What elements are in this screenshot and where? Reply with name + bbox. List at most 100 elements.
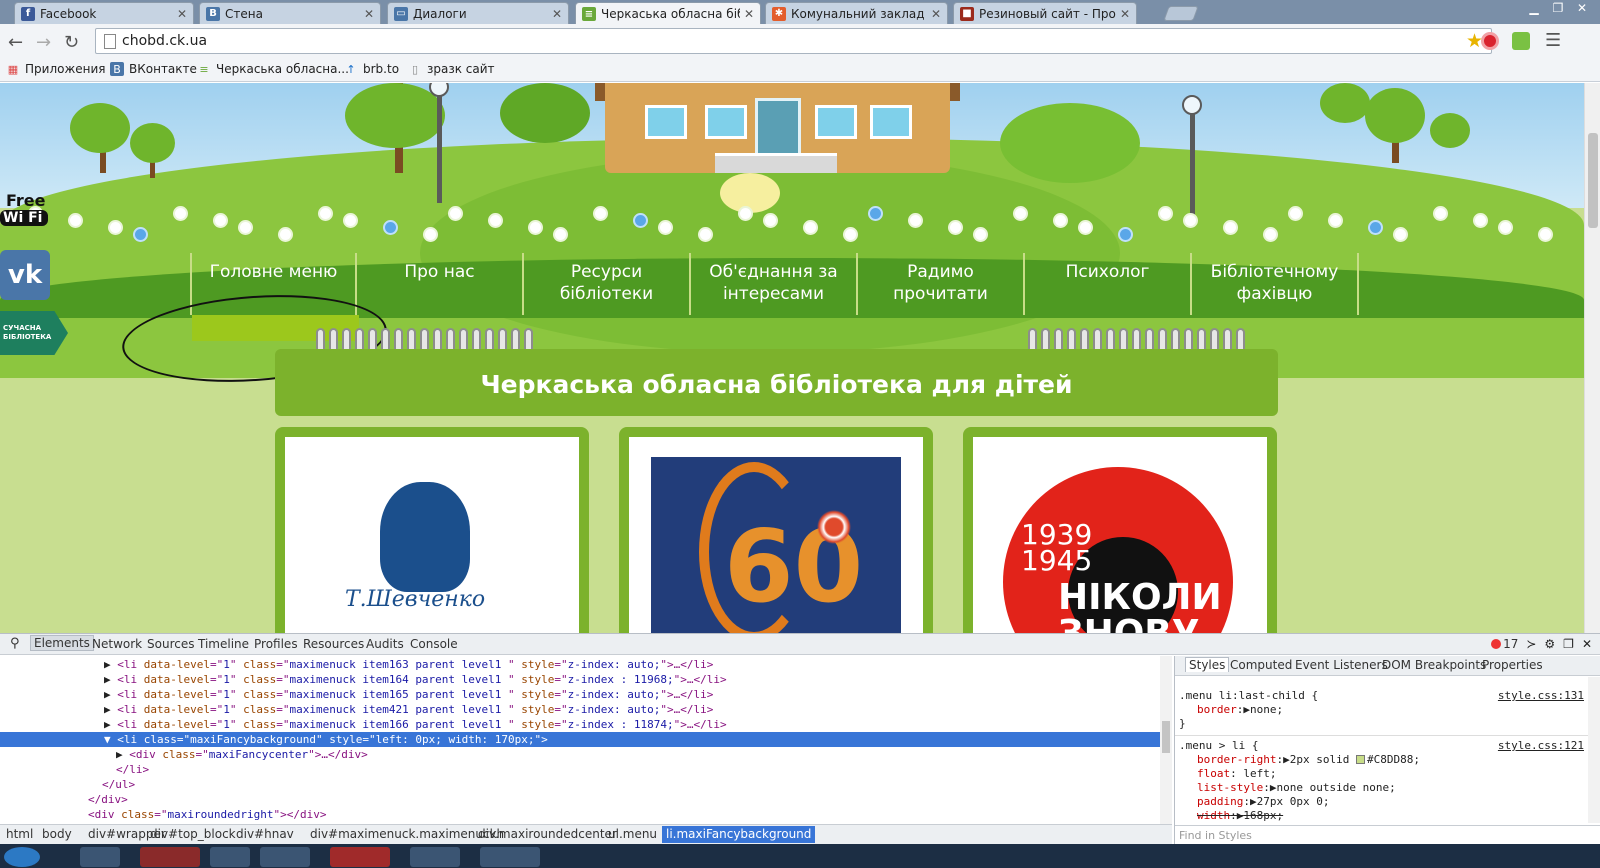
reload-icon[interactable]: ↻ (64, 32, 79, 53)
breadcrumb-item[interactable]: body (42, 827, 72, 841)
breadcrumb-item[interactable]: div.maxiroundedcenter (478, 827, 617, 841)
breadcrumb-item[interactable]: html (6, 827, 33, 841)
menu-item-psychologist[interactable]: Психолог (1025, 253, 1192, 315)
card-shevchenko[interactable]: Т.Шевченко (275, 427, 589, 643)
dom-node[interactable]: ▶ <li data-level="1" class="maximenuck i… (0, 657, 1160, 672)
tab-vk-dialogs[interactable]: ▭ Диалоги ✕ (387, 2, 569, 24)
tab-vk-wall[interactable]: B Стена ✕ (199, 2, 381, 24)
css-property[interactable]: list-style:▶none outside none; (1179, 781, 1584, 795)
dom-node[interactable]: </div> (0, 792, 1160, 807)
css-rule[interactable]: .menu li:last-child { style.css:131 bord… (1179, 689, 1584, 731)
css-source-link[interactable]: style.css:121 (1498, 739, 1584, 753)
tab-profiles[interactable]: Profiles (254, 637, 298, 651)
css-property[interactable]: border:▶none; (1179, 703, 1584, 717)
css-property[interactable]: padding:▶27px 0px 0; (1179, 795, 1584, 809)
address-bar[interactable]: chobd.ck.ua ★ (95, 28, 1492, 54)
bookmark-library[interactable]: ≡ Черкаська обласна... (197, 62, 349, 76)
dom-node[interactable]: ▶ <li data-level="1" class="maximenuck i… (0, 687, 1160, 702)
breadcrumb-item[interactable]: ul.menu (608, 827, 657, 841)
bookmark-sample-site[interactable]: ▯ зразк сайт (408, 62, 495, 76)
gear-icon[interactable]: ⚙ (1544, 637, 1555, 651)
console-drawer-icon[interactable]: ≻ (1526, 637, 1536, 651)
css-rule[interactable]: .menu > li { style.css:121 border-right:… (1179, 739, 1584, 823)
breadcrumb-item[interactable]: li.maxiFancybackground (662, 826, 816, 843)
breadcrumb-item[interactable]: div#top_block (150, 827, 236, 841)
tab-resources[interactable]: Resources (303, 637, 364, 651)
taskbar-item[interactable] (480, 847, 540, 867)
tab-sources[interactable]: Sources (147, 637, 194, 651)
expand-right-icon[interactable]: ▶ (104, 703, 117, 716)
menu-icon[interactable]: ☰ (1545, 30, 1561, 51)
close-icon[interactable]: ✕ (177, 7, 187, 21)
taskbar-item[interactable] (260, 847, 310, 867)
tab-timeline[interactable]: Timeline (198, 637, 249, 651)
tab-facebook[interactable]: f Facebook ✕ (14, 2, 194, 24)
taskbar-item[interactable] (330, 847, 390, 867)
css-property-overridden[interactable]: width:▶168px; (1179, 809, 1584, 823)
expand-down-icon[interactable]: ▼ (104, 733, 117, 746)
tab-audits[interactable]: Audits (366, 637, 404, 651)
tab-styles[interactable]: Styles (1185, 657, 1230, 672)
expand-right-icon[interactable]: ▶ (104, 658, 117, 671)
tab-console[interactable]: Console (410, 637, 458, 651)
close-icon[interactable]: ✕ (1120, 7, 1130, 21)
modern-library-badge[interactable]: СУЧАСНА БІБЛІОТЕКА (0, 311, 68, 355)
bookmark-brb[interactable]: ↑ brb.to (344, 62, 399, 76)
tab-elements[interactable]: Elements (30, 635, 94, 651)
free-wifi-badge[interactable]: Free Wi Fi (0, 191, 50, 241)
taskbar-item[interactable] (210, 847, 250, 867)
close-icon[interactable]: ✕ (552, 7, 562, 21)
bookmark-apps[interactable]: ▦ Приложения (6, 62, 106, 76)
restore-icon[interactable]: ❐ (1546, 0, 1570, 16)
taskbar-item[interactable] (80, 847, 120, 867)
tab-dom-breakpoints[interactable]: DOM Breakpoints (1382, 658, 1486, 672)
dom-node[interactable]: ▶ <li data-level="1" class="maximenuck i… (0, 702, 1160, 717)
menu-item-about[interactable]: Про нас (357, 253, 524, 315)
back-icon[interactable]: ← (8, 32, 23, 53)
tab-properties[interactable]: Properties (1482, 658, 1543, 672)
taskbar-item[interactable] (410, 847, 460, 867)
find-in-styles-input[interactable]: Find in Styles (1175, 825, 1600, 844)
close-icon[interactable]: ✕ (744, 7, 754, 21)
menu-item-resources[interactable]: Ресурси бібліотеки (524, 253, 691, 315)
css-property[interactable]: border-right:▶2px solid #C8DD88; (1179, 753, 1584, 767)
dock-icon[interactable]: ❐ (1563, 637, 1574, 651)
search-icon[interactable]: ⚲ (10, 636, 20, 651)
start-button[interactable] (4, 847, 40, 867)
card-anniversary[interactable]: 60 (619, 427, 933, 643)
taskbar-item[interactable] (140, 847, 200, 867)
dom-node[interactable]: </ul> (0, 777, 1160, 792)
close-icon[interactable]: ✕ (931, 7, 941, 21)
dom-node[interactable]: ▶ <li data-level="1" class="maximenuck i… (0, 717, 1160, 732)
breadcrumb-item[interactable]: div#hnav (236, 827, 294, 841)
close-window-icon[interactable]: ✕ (1570, 0, 1594, 16)
scroll-thumb[interactable] (1588, 133, 1598, 228)
close-icon[interactable]: ✕ (1582, 637, 1592, 651)
styles-scrollbar[interactable] (1588, 677, 1600, 823)
expand-right-icon[interactable]: ▶ (104, 718, 117, 731)
color-swatch[interactable] (1355, 755, 1365, 764)
url-text[interactable]: chobd.ck.ua (122, 33, 207, 49)
css-property[interactable]: float: left; (1179, 767, 1584, 781)
extension-icon[interactable] (1512, 32, 1530, 50)
dom-node[interactable]: ▶ <li data-level="1" class="maximenuck i… (0, 672, 1160, 687)
scroll-thumb[interactable] (1162, 721, 1170, 753)
expand-right-icon[interactable]: ▶ (116, 748, 129, 761)
tab-communal[interactable]: ✱ Комунальний заклад "Об ✕ (765, 2, 948, 24)
tab-network[interactable]: Network (92, 637, 142, 651)
minimize-icon[interactable]: ▁ (1522, 0, 1546, 16)
tab-event-listeners[interactable]: Event Listeners (1295, 658, 1388, 672)
dom-scrollbar[interactable] (1160, 656, 1172, 824)
card-never-again[interactable]: 1939 1945 НІКОЛИ ЗНОВУ (963, 427, 1277, 643)
css-source-link[interactable]: style.css:131 (1498, 689, 1584, 703)
error-counter[interactable]: 17 (1491, 637, 1518, 651)
vk-icon[interactable]: vk (0, 250, 50, 300)
tab-computed[interactable]: Computed (1230, 658, 1292, 672)
expand-right-icon[interactable]: ▶ (104, 673, 117, 686)
bookmark-vk[interactable]: B ВКонтакте (110, 62, 197, 76)
menu-item-recommended[interactable]: Радимо прочитати (858, 253, 1025, 315)
expand-right-icon[interactable]: ▶ (104, 688, 117, 701)
menu-item-clubs[interactable]: Об'єднання за інтересами (691, 253, 858, 315)
menu-item-librarians[interactable]: Бібліотечному фахівцю (1192, 253, 1359, 315)
close-icon[interactable]: ✕ (364, 7, 374, 21)
